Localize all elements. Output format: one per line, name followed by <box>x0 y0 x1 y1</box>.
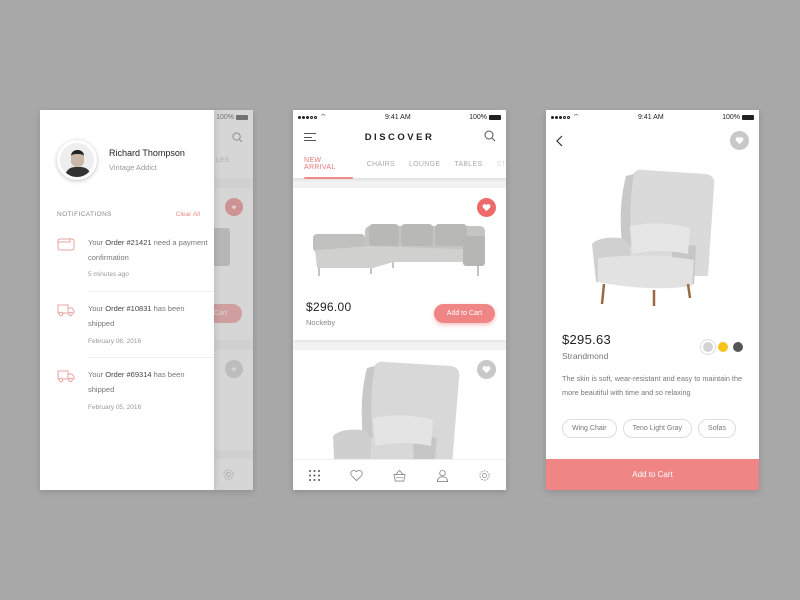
wallet-icon <box>57 238 75 251</box>
wing-chair-image <box>333 361 460 459</box>
favorite-button[interactable] <box>477 198 496 217</box>
signal-icon <box>298 115 317 119</box>
clear-all-button[interactable]: Clear All <box>176 211 200 218</box>
delivery-truck-icon <box>57 304 75 317</box>
heart-icon <box>350 469 363 481</box>
notification-item[interactable]: Your Order #69314 has been shipped Febru… <box>57 367 214 417</box>
nav-settings[interactable] <box>475 465 495 485</box>
add-to-cart-button[interactable]: Add to Cart <box>546 459 759 490</box>
basket-icon <box>393 469 406 481</box>
profile-name: Richard Thompson <box>109 148 185 158</box>
heart-icon <box>735 137 744 145</box>
product-detail-screen: ︎⌔ 9:41 AM 100% $295.63 Strandmond The s… <box>546 110 759 490</box>
order-number: Order #69314 <box>105 370 152 379</box>
color-swatch-light-gray[interactable] <box>703 342 713 352</box>
notifications-heading: NOTIFICATIONS <box>57 211 112 218</box>
heart-icon <box>482 366 491 374</box>
nav-browse[interactable] <box>304 465 324 485</box>
nav-profile[interactable] <box>432 465 452 485</box>
notification-time: 5 minutes ago <box>88 271 129 278</box>
bottom-nav <box>293 459 506 490</box>
tab-more[interactable]: ST <box>496 161 506 168</box>
tab-tables[interactable]: TABLES <box>454 161 482 168</box>
tab-lounge[interactable]: LOUNGE <box>409 161 440 168</box>
battery-icon <box>742 114 754 120</box>
nav-favorites[interactable] <box>347 465 367 485</box>
add-to-cart-button[interactable]: Add to Cart <box>434 304 495 323</box>
color-swatches <box>703 342 743 352</box>
product-price: $296.00 <box>306 300 352 314</box>
search-icon[interactable] <box>484 130 496 142</box>
app-header: DISCOVER <box>293 124 506 150</box>
battery-percent: 100% <box>469 113 487 121</box>
tab-new-arrival[interactable]: NEW ARRIVAL <box>304 157 353 179</box>
notification-item[interactable]: Your Order #10831 has been shipped Febru… <box>57 301 214 351</box>
grid-icon <box>308 469 320 481</box>
notification-time: February 05, 2016 <box>88 404 142 411</box>
back-button[interactable] <box>556 134 564 150</box>
tab-chairs[interactable]: CHAIRS <box>367 161 395 168</box>
tag-list: Wing Chair Teno Light Gray Sofas <box>562 419 736 438</box>
signal-icon <box>551 115 570 119</box>
category-tabs: NEW ARRIVAL CHAIRS LOUNGE TABLES ST <box>293 150 506 179</box>
page-title: DISCOVER <box>364 131 435 143</box>
status-time: 9:41 AM <box>638 113 664 121</box>
discover-screen: ︎⌔ 9:41 AM 100% DISCOVER NEW ARRIVAL CHA… <box>293 110 506 490</box>
divider <box>88 291 214 292</box>
battery-percent: 100% <box>722 113 740 121</box>
product-feed: $296.00 Nockeby Add to Cart <box>293 178 506 459</box>
order-number: Order #21421 <box>105 238 152 247</box>
delivery-truck-icon <box>57 370 75 383</box>
product-card[interactable]: $296.00 Nockeby Add to Cart <box>293 188 506 340</box>
avatar[interactable] <box>57 140 97 180</box>
heart-icon <box>482 204 491 212</box>
product-name: Strandmond <box>562 351 609 361</box>
gear-icon <box>479 469 490 481</box>
order-number: Order #10831 <box>105 304 152 313</box>
wifi-icon: ︎⌔ <box>320 113 327 121</box>
product-description: The skin is soft, wear-resistant and eas… <box>562 374 743 397</box>
user-icon <box>436 469 448 482</box>
color-swatch-yellow[interactable] <box>718 342 728 352</box>
menu-icon[interactable] <box>304 133 316 144</box>
wing-chair-image <box>592 169 715 306</box>
user-profile[interactable]: Richard Thompson Vintage Addict <box>57 140 185 180</box>
favorite-button[interactable] <box>477 360 496 379</box>
tag-chip[interactable]: Sofas <box>698 419 736 438</box>
wifi-icon: ︎⌔ <box>573 113 580 121</box>
notification-time: February 08, 2016 <box>88 338 142 345</box>
status-time: 9:41 AM <box>385 113 411 121</box>
chevron-left-icon <box>556 135 563 147</box>
sofa-image <box>313 224 485 276</box>
tag-chip[interactable]: Teno Light Gray <box>622 419 693 438</box>
favorite-button[interactable] <box>730 131 749 150</box>
status-bar: ︎⌔ 9:41 AM 100% <box>546 110 759 124</box>
tag-chip[interactable]: Wing Chair <box>562 419 617 438</box>
battery-icon <box>489 114 501 120</box>
color-swatch-dark-gray[interactable] <box>733 342 743 352</box>
product-card[interactable] <box>293 350 506 459</box>
nav-cart[interactable] <box>389 465 409 485</box>
product-name: Nockeby <box>306 318 336 327</box>
product-price: $295.63 <box>562 332 612 347</box>
profile-subtitle: Vintage Addict <box>109 163 157 172</box>
notifications-drawer-screen: 100% LES ♥ Cart ♥ Richard Thompson Vinta… <box>40 110 253 490</box>
divider <box>88 357 214 358</box>
status-bar: ︎⌔ 9:41 AM 100% <box>293 110 506 124</box>
side-drawer: Richard Thompson Vintage Addict NOTIFICA… <box>40 110 214 490</box>
notification-item[interactable]: Your Order #21421 need a payment confirm… <box>57 235 214 285</box>
